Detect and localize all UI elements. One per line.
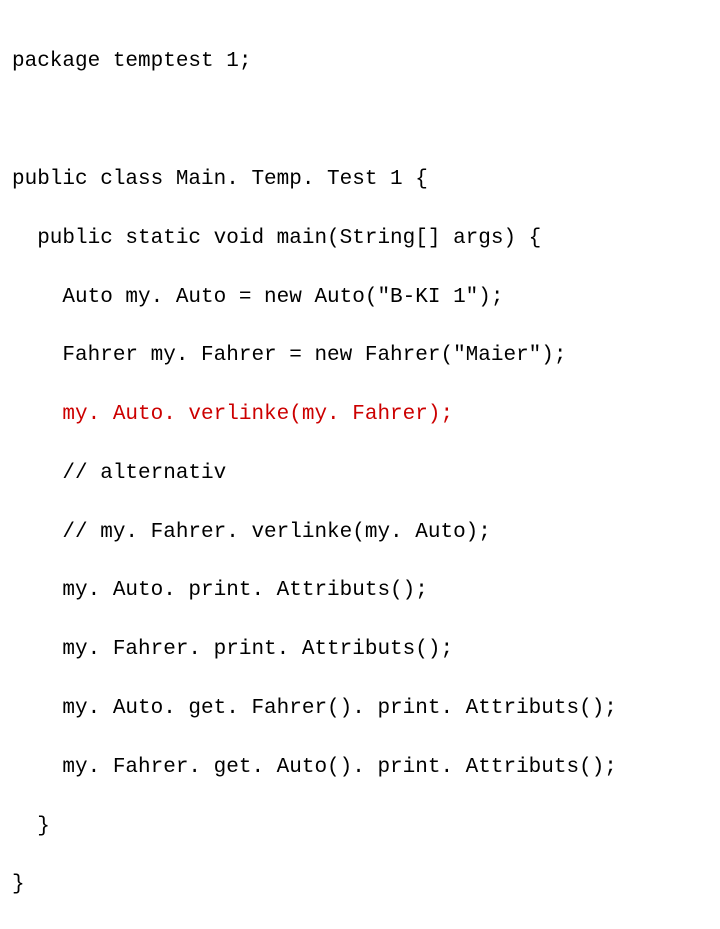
code-block: package temptest 1; public class Main. T… — [12, 18, 708, 929]
code-line: package temptest 1; — [12, 47, 708, 76]
code-line: Auto my. Auto = new Auto("B-KI 1"); — [12, 283, 708, 312]
blank-line — [12, 106, 708, 135]
code-line: Fahrer my. Fahrer = new Fahrer("Maier"); — [12, 341, 708, 370]
code-line: public class Main. Temp. Test 1 { — [12, 165, 708, 194]
code-line: public static void main(String[] args) { — [12, 224, 708, 253]
code-line-highlighted: my. Auto. verlinke(my. Fahrer); — [12, 400, 708, 429]
code-line: } — [12, 870, 708, 899]
code-line: } — [12, 812, 708, 841]
code-line: my. Fahrer. get. Auto(). print. Attribut… — [12, 753, 708, 782]
code-line: // alternativ — [12, 459, 708, 488]
code-line: // my. Fahrer. verlinke(my. Auto); — [12, 518, 708, 547]
code-line: my. Auto. print. Attributs(); — [12, 576, 708, 605]
code-line: my. Auto. get. Fahrer(). print. Attribut… — [12, 694, 708, 723]
code-line: my. Fahrer. print. Attributs(); — [12, 635, 708, 664]
